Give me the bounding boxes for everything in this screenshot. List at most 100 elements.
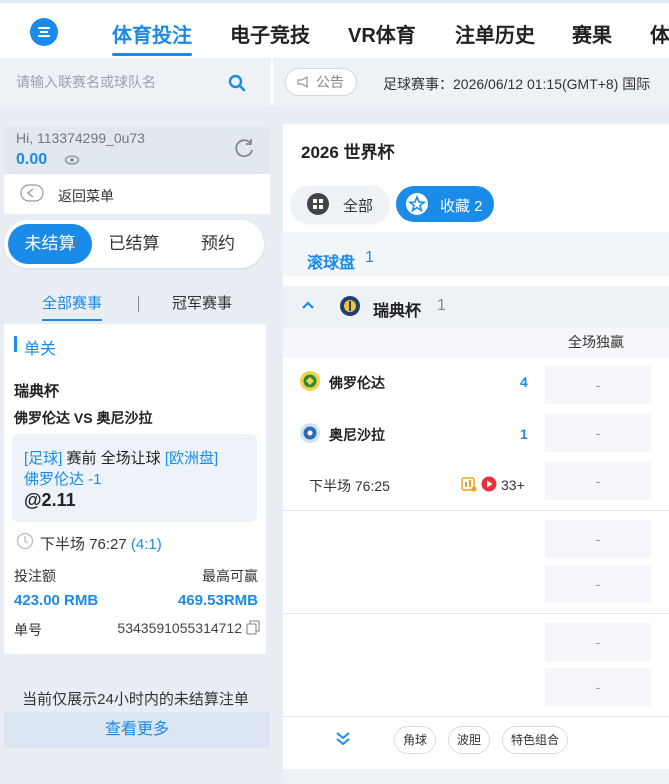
inplay-count: 1 <box>365 249 374 266</box>
section-marker <box>14 336 17 352</box>
bet-card: 单关 瑞典杯 佛罗伦达 VS 奥尼沙拉 [足球] 赛前 全场让球 [欧洲盘] 佛… <box>4 324 266 654</box>
bet-odds: @2.11 <box>24 490 76 510</box>
row-divider <box>283 613 669 614</box>
view-more-button[interactable]: 查看更多 <box>4 712 270 748</box>
home-team-score: 4 <box>520 374 528 390</box>
back-arrow-icon <box>20 184 44 202</box>
search-icon[interactable] <box>228 74 246 92</box>
market-chip-special[interactable]: 特色组合 <box>502 726 569 754</box>
live-period: 下半场 <box>309 478 351 494</box>
league-header[interactable]: 瑞典杯 1 <box>283 286 669 328</box>
live-match-time: 下半场 76:25 <box>309 476 390 496</box>
bet-league: 瑞典杯 <box>14 383 60 400</box>
odd-cell[interactable]: - <box>545 520 651 558</box>
odd-cell[interactable]: - <box>545 366 651 404</box>
bet-desc: 赛前 全场让球 <box>66 450 161 467</box>
top-divider <box>0 0 669 3</box>
eye-icon[interactable] <box>64 153 80 167</box>
tab-divider <box>138 296 139 312</box>
bet-score: (4:1) <box>130 536 162 553</box>
sport-tag: [足球] <box>24 450 63 467</box>
away-team-name: 奥尼沙拉 <box>329 427 385 443</box>
unsettled-note: 当前仅展示24小时内的未结算注单 <box>22 691 249 708</box>
stats-icon[interactable] <box>461 476 477 492</box>
live-clock: 76:25 <box>354 478 390 494</box>
bet-clock: 76:27 <box>89 536 127 553</box>
filter-all-label: 全部 <box>343 198 374 215</box>
odd-cell[interactable]: - <box>545 565 651 603</box>
market-header: 全场独赢 <box>568 334 624 350</box>
stake-value: 423.00 RMB <box>14 592 99 609</box>
tab-outright-events[interactable]: 冠军赛事 <box>172 292 232 313</box>
nav-tab-results[interactable]: 赛果 <box>572 19 612 48</box>
tab-all-events[interactable]: 全部赛事 <box>42 292 103 321</box>
account-summary: Hi, 113374299_0u73 0.00 <box>4 126 270 174</box>
tab-settled[interactable]: 已结算 <box>92 224 176 264</box>
away-team-logo-icon <box>300 423 320 443</box>
nav-tab-sports[interactable]: 体育投注 <box>112 19 192 56</box>
user-greeting: Hi, 113374299_0u73 <box>16 130 145 146</box>
filter-favorites-button[interactable]: 收藏 2 <box>396 186 494 222</box>
back-to-menu[interactable]: 返回菜单 <box>4 174 270 214</box>
filter-favorites-label: 收藏 2 <box>440 198 483 215</box>
refresh-icon[interactable] <box>232 136 256 160</box>
row-divider <box>283 510 669 511</box>
bet-id-label: 单号 <box>14 622 42 638</box>
copy-icon[interactable] <box>246 620 260 635</box>
match-list-panel: 2026 世界杯 全部 收藏 2 滚球盘 1 瑞典杯 1 全场独赢 佛罗伦达 4… <box>283 124 669 784</box>
odd-cell[interactable]: - <box>545 462 651 500</box>
notice-bar: 公告 足球赛事：2026/06/12 01:15(GMT+8) 国际 <box>271 58 669 106</box>
max-win-value: 469.53RMB <box>177 592 258 609</box>
nav-tab-vr-sports[interactable]: VR体育 <box>348 19 416 48</box>
row-divider <box>283 716 669 717</box>
bet-selection: 佛罗伦达 -1 <box>24 471 102 488</box>
nav-tab-bet-history[interactable]: 注单历史 <box>455 19 535 48</box>
back-to-menu-label: 返回菜单 <box>58 188 114 204</box>
bet-match-time: 下半场 76:27 (4:1) <box>40 533 162 554</box>
more-markets-count[interactable]: 33+ <box>501 477 525 493</box>
announcement-label: 公告 <box>316 74 344 90</box>
bet-desc-line: [足球] 赛前 全场让球 [欧洲盘] <box>24 447 218 468</box>
bet-type-label: 单关 <box>24 341 57 358</box>
balance: 0.00 <box>16 151 48 168</box>
league-badge-icon <box>340 296 360 316</box>
league-name: 瑞典杯 <box>373 303 422 320</box>
bet-id-value: 5343591055314712 <box>117 620 242 636</box>
grid-icon <box>307 193 329 215</box>
chevron-up-icon[interactable] <box>301 300 315 310</box>
market-chip-corners[interactable]: 角球 <box>394 726 437 754</box>
clock-icon <box>16 532 34 550</box>
nav-tab-esports[interactable]: 电子竞技 <box>230 19 310 48</box>
notice-marquee[interactable]: 足球赛事：2026/06/12 01:15(GMT+8) 国际 <box>383 74 650 94</box>
search-bar <box>0 58 271 106</box>
bet-selection-box: [足球] 赛前 全场让球 [欧洲盘] 佛罗伦达 -1 @2.11 <box>12 434 257 522</box>
megaphone-icon <box>297 75 308 89</box>
league-match-count: 1 <box>437 297 446 314</box>
next-section-edge <box>283 769 669 784</box>
menu-button[interactable] <box>30 18 58 46</box>
market-chip-correct-score[interactable]: 波胆 <box>448 726 491 754</box>
hamburger-icon <box>38 27 50 37</box>
filter-all-button[interactable]: 全部 <box>291 186 389 222</box>
odd-cell[interactable]: - <box>545 668 651 706</box>
away-team-score: 1 <box>520 426 528 442</box>
nav-tab-more[interactable]: 体 <box>650 19 669 48</box>
stake-label: 投注额 <box>14 568 56 584</box>
live-video-icon[interactable] <box>481 476 497 492</box>
tab-reserved[interactable]: 预约 <box>176 224 260 264</box>
event-title: 2026 世界杯 <box>301 143 395 162</box>
search-input[interactable] <box>16 68 216 96</box>
bet-match: 佛罗伦达 VS 奥尼沙拉 <box>14 410 153 426</box>
home-team-name: 佛罗伦达 <box>329 375 385 391</box>
odd-cell[interactable]: - <box>545 414 651 452</box>
double-chevron-down-icon[interactable] <box>335 730 351 746</box>
bet-period: 下半场 <box>40 536 86 553</box>
top-nav: 体育投注 电子竞技 VR体育 注单历史 赛果 体 <box>0 0 669 58</box>
bet-slip-panel: Hi, 113374299_0u73 0.00 返回菜单 未结算 已结算 预约 … <box>0 106 271 784</box>
max-win-label: 最高可赢 <box>202 568 258 584</box>
star-icon <box>406 193 428 215</box>
tab-unsettled[interactable]: 未结算 <box>8 224 92 264</box>
announcement-button[interactable]: 公告 <box>285 68 357 96</box>
inplay-label[interactable]: 滚球盘 <box>307 249 355 273</box>
odd-cell[interactable]: - <box>545 623 651 661</box>
